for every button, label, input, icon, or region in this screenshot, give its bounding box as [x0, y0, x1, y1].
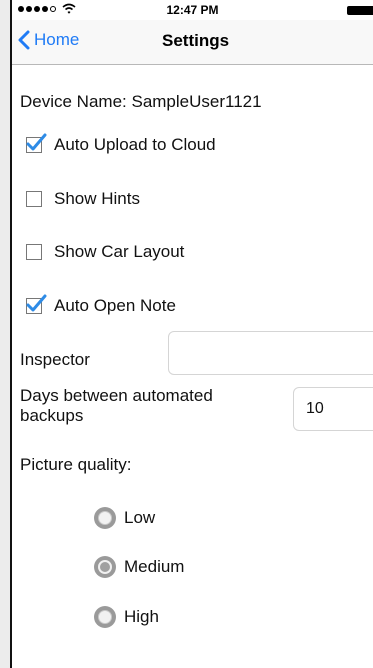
radio-button[interactable] — [94, 556, 116, 578]
checkbox-show-hints[interactable]: Show Hints — [20, 189, 140, 209]
radio-button[interactable] — [94, 606, 116, 628]
radio-quality-low[interactable]: Low — [94, 507, 155, 529]
chevron-left-icon — [18, 30, 30, 50]
page-title: Settings — [162, 31, 230, 50]
checkbox-box[interactable] — [26, 244, 42, 260]
picture-quality-label: Picture quality: — [20, 455, 132, 474]
checkbox-label: Show Car Layout — [54, 242, 185, 261]
radio-label: Low — [124, 508, 156, 527]
radio-label: High — [124, 607, 159, 626]
radio-label: Medium — [124, 557, 185, 576]
status-bar: 12:47 PM — [12, 0, 373, 20]
checkbox-auto-open-note[interactable]: Auto Open Note — [20, 294, 176, 316]
radio-quality-high[interactable]: High — [94, 606, 159, 628]
inspector-input[interactable] — [168, 331, 373, 375]
back-button-label: Home — [34, 30, 80, 49]
radio-quality-medium[interactable]: Medium — [94, 556, 184, 578]
checkbox-show-car-layout[interactable]: Show Car Layout — [20, 242, 184, 262]
checkmark-icon — [26, 294, 47, 312]
status-time: 12:47 PM — [166, 3, 219, 17]
navigation-bar: Home Settings — [12, 20, 373, 65]
checkbox-box[interactable] — [26, 191, 42, 207]
device-name-label: Device Name: SampleUser1121 — [20, 92, 262, 111]
backup-days-input[interactable] — [293, 387, 373, 431]
back-button[interactable]: Home — [18, 30, 79, 50]
checkbox-auto-upload[interactable]: Auto Upload to Cloud — [20, 133, 216, 155]
checkbox-label: Auto Open Note — [54, 296, 176, 315]
device-screen: 12:47 PM Home Settings Device Name: Samp… — [10, 0, 373, 668]
radio-button[interactable] — [94, 507, 116, 529]
checkbox-box[interactable] — [26, 294, 47, 314]
checkbox-box[interactable] — [26, 133, 47, 153]
battery-icon — [347, 6, 373, 15]
checkbox-label: Auto Upload to Cloud — [54, 135, 216, 154]
checkmark-icon — [26, 133, 47, 151]
inspector-label: Inspector — [20, 350, 90, 369]
backups-label: Days between automated backups — [20, 386, 213, 425]
checkbox-label: Show Hints — [54, 189, 140, 208]
